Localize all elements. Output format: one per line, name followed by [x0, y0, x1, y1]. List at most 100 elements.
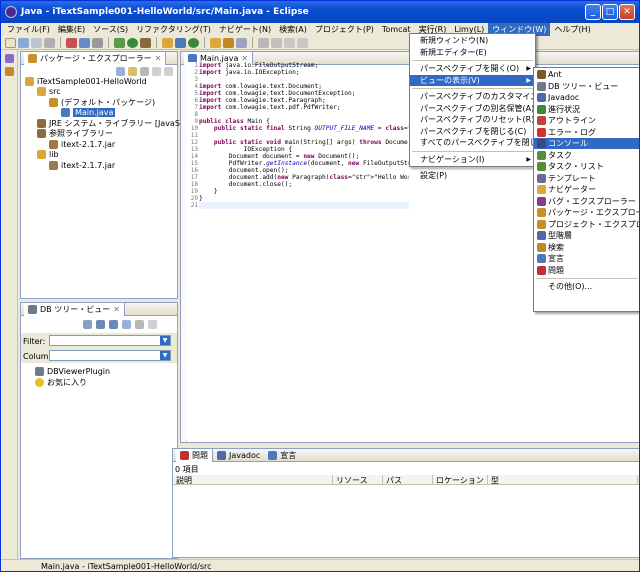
show-whitespace-icon[interactable]: [271, 37, 282, 48]
db-tree-item[interactable]: DBViewerPlugin: [35, 366, 110, 376]
disconnect-icon[interactable]: [109, 320, 118, 329]
menu-item[interactable]: タスク・リスト: [534, 161, 639, 172]
menu-item[interactable]: パースペクティブの別名保管(A)...: [410, 103, 542, 114]
package-tree-item[interactable]: Main.java: [61, 108, 116, 118]
menu-item[interactable]: 問題: [534, 265, 639, 276]
minimize-view-icon[interactable]: [152, 67, 161, 76]
menu-item[interactable]: 型階層: [534, 230, 639, 241]
menu-item[interactable]: ビューの表示(V) ▶: [410, 74, 535, 86]
search-toolbar-icon[interactable]: [236, 37, 247, 48]
menu-item[interactable]: Ant: [534, 69, 639, 80]
menu-item[interactable]: すべてのパースペクティブを閉じる(L): [410, 137, 556, 148]
menu-item[interactable]: 設定(P): [410, 170, 535, 181]
view-menu-icon[interactable]: [135, 320, 144, 329]
save-icon[interactable]: [18, 37, 29, 48]
menu-2[interactable]: ソース(S): [89, 23, 132, 36]
package-tree-item[interactable]: iTextSample001-HelloWorld: [25, 76, 147, 86]
new-class-icon[interactable]: [188, 37, 199, 48]
java-perspective-icon[interactable]: [5, 67, 14, 76]
menu-item[interactable]: エラー・ログ: [534, 127, 639, 138]
chevron-down-icon[interactable]: ▼: [160, 351, 170, 360]
menu-item[interactable]: バグ・エクスプローラー: [534, 196, 639, 207]
save-all-icon[interactable]: [31, 37, 42, 48]
menu-item[interactable]: タスク: [534, 150, 639, 161]
minimize-view-icon[interactable]: [148, 320, 157, 329]
prev-annotation-icon[interactable]: [284, 37, 295, 48]
code-editor[interactable]: import java.io.FileOutputStream; import j…: [199, 62, 409, 440]
view-menu-icon[interactable]: [140, 67, 149, 76]
minimize-button[interactable]: _: [585, 4, 601, 20]
menu-item[interactable]: 新規エディター(E): [410, 47, 535, 58]
stop-icon[interactable]: [92, 37, 103, 48]
tab-javadoc[interactable]: Javadoc: [213, 449, 264, 462]
menu-4[interactable]: ナビゲート(N): [215, 23, 275, 36]
print-icon[interactable]: [44, 37, 55, 48]
column-header[interactable]: ロケーション: [433, 475, 488, 485]
package-tree-item[interactable]: (デフォルト・パッケージ): [49, 97, 155, 107]
mark-occurrences-icon[interactable]: [258, 37, 269, 48]
menu-item[interactable]: プロジェクト・エクスプローラー: [534, 219, 639, 230]
tab-problems[interactable]: 問題: [176, 448, 213, 462]
package-tree-item[interactable]: lib: [37, 150, 59, 160]
menu-6[interactable]: プロジェクト(P): [311, 23, 378, 36]
new-java-project-icon[interactable]: [162, 37, 173, 48]
column-header[interactable]: パス: [383, 475, 433, 485]
menu-item[interactable]: その他(O)...: [534, 281, 639, 292]
external-tools-icon[interactable]: [140, 37, 151, 48]
collapse-all-icon[interactable]: [122, 320, 131, 329]
package-tree-item[interactable]: JRE システム・ライブラリー [JavaSE-1.6]: [37, 118, 204, 128]
menu-item[interactable]: 進行状況: [534, 104, 639, 115]
menu-5[interactable]: 検索(A): [275, 23, 311, 36]
refresh-icon[interactable]: [83, 320, 92, 329]
menu-item[interactable]: パースペクティブのカスタマイズ(Z)...: [410, 91, 558, 102]
menu-item[interactable]: パースペクティブを開く(O) ▶: [410, 63, 535, 74]
new-package-icon[interactable]: [175, 37, 186, 48]
menu-item[interactable]: ナビゲーター: [534, 184, 639, 195]
new-icon[interactable]: [5, 37, 16, 48]
db-tree-tab[interactable]: DB ツリー・ビュー ✕: [24, 302, 125, 316]
package-tree-item[interactable]: itext-2.1.7.jar: [49, 160, 115, 170]
run-icon[interactable]: [127, 37, 138, 48]
menu-item[interactable]: 宣言: [534, 253, 639, 264]
tomcat-icon[interactable]: [79, 37, 90, 48]
close-tab-icon[interactable]: ✕: [113, 305, 120, 314]
collapse-all-icon[interactable]: [116, 67, 125, 76]
pdf-icon[interactable]: [66, 37, 77, 48]
open-type-icon[interactable]: [210, 37, 221, 48]
menu-item[interactable]: テンプレート: [534, 173, 639, 184]
perspective-icon[interactable]: [5, 54, 14, 63]
menu-3[interactable]: リファクタリング(T): [132, 23, 215, 36]
chevron-down-icon[interactable]: ▼: [160, 336, 170, 345]
link-editor-icon[interactable]: [128, 67, 137, 76]
menu-11[interactable]: ヘルプ(H): [550, 23, 594, 36]
column-header[interactable]: 説明: [173, 475, 333, 485]
menu-1[interactable]: 編集(E): [54, 23, 89, 36]
maximize-button[interactable]: □: [602, 4, 618, 20]
package-tree-item[interactable]: src: [37, 87, 61, 97]
tab-declaration[interactable]: 宣言: [264, 449, 300, 462]
package-tree-item[interactable]: itext-2.1.7.jar: [49, 139, 115, 149]
menu-item[interactable]: コンソール: [534, 138, 639, 149]
package-tree-item[interactable]: 参照ライブラリー: [37, 129, 113, 139]
package-explorer-tab[interactable]: パッケージ・エクスプローラー ✕: [24, 51, 167, 65]
column-header[interactable]: リソース: [333, 475, 383, 485]
menu-item[interactable]: アウトライン: [534, 115, 639, 126]
next-annotation-icon[interactable]: [297, 37, 308, 48]
menu-item[interactable]: パッケージ・エクスプローラー: [534, 207, 639, 218]
menu-item[interactable]: DB ツリー・ビュー: [534, 81, 639, 92]
menu-item[interactable]: ナビゲーション(I) ▶: [410, 154, 535, 165]
menu-item[interactable]: 新規ウィンドウ(N): [410, 35, 535, 46]
column-header[interactable]: 型: [488, 475, 638, 485]
close-button[interactable]: ✕: [619, 4, 635, 20]
db-tree-item[interactable]: お気に入り: [35, 377, 87, 387]
connect-icon[interactable]: [96, 320, 105, 329]
maximize-view-icon[interactable]: [164, 67, 173, 76]
menu-item[interactable]: Javadoc: [534, 92, 639, 103]
menu-item[interactable]: パースペクティブのリセット(R)...: [410, 114, 542, 125]
menu-item[interactable]: 検索: [534, 242, 639, 253]
menu-item[interactable]: パースペクティブを閉じる(C): [410, 126, 535, 137]
debug-icon[interactable]: [114, 37, 125, 48]
filter-combo[interactable]: ▼: [49, 335, 171, 346]
close-tab-icon[interactable]: ✕: [155, 54, 162, 63]
menu-0[interactable]: ファイル(F): [3, 23, 54, 36]
